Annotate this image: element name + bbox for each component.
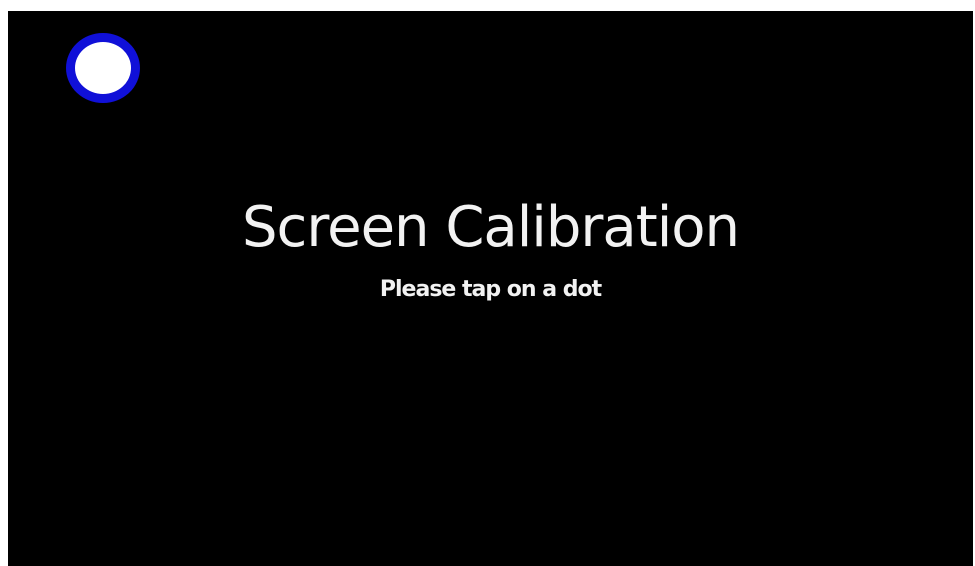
instruction-text: Please tap on a dot bbox=[379, 277, 602, 302]
page-title: Screen Calibration bbox=[241, 195, 740, 260]
calibration-dot-icon[interactable] bbox=[66, 33, 140, 103]
calibration-screen: Screen Calibration Please tap on a dot bbox=[8, 11, 973, 566]
